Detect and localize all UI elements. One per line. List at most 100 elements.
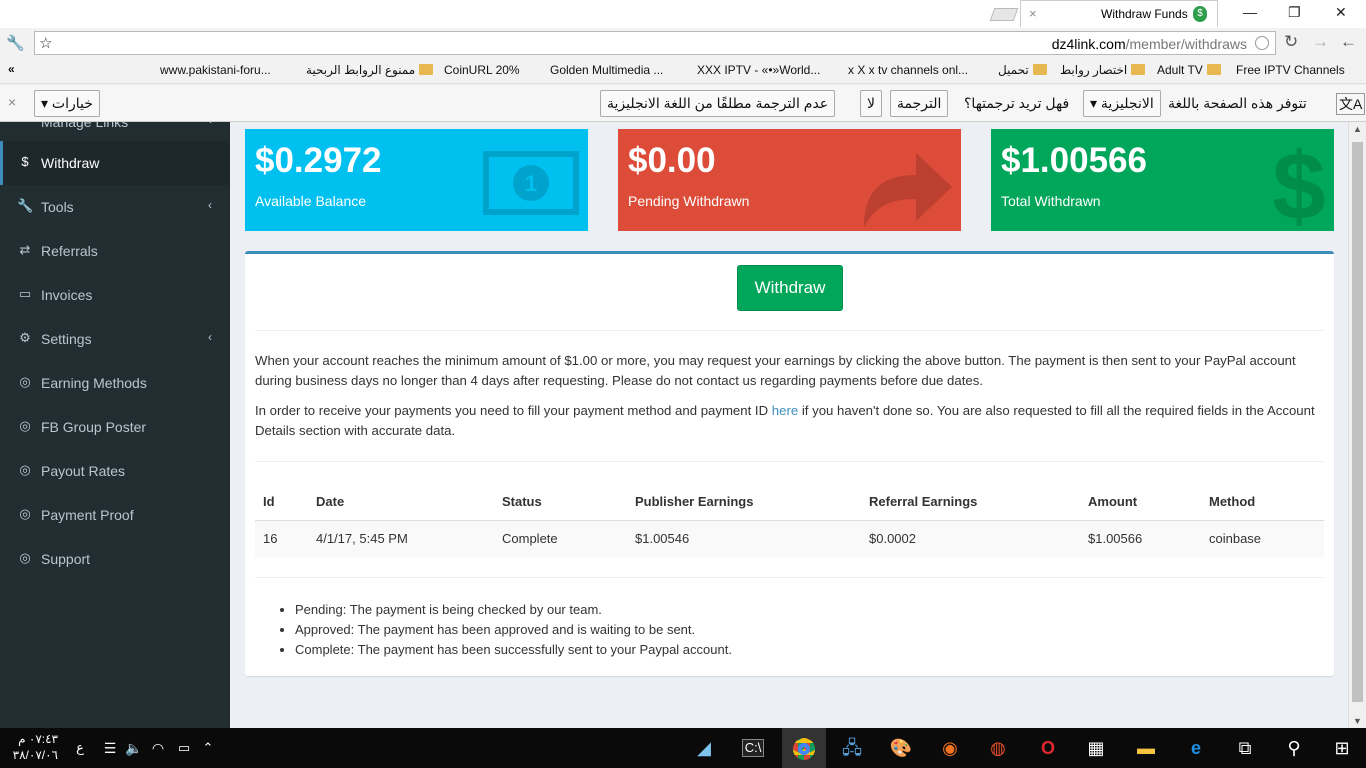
no-translate-button[interactable]: لا xyxy=(860,90,882,117)
wrench-icon: 🔧 xyxy=(17,198,34,213)
bookmark-item[interactable]: Free IPTV Channels xyxy=(1236,63,1345,77)
sidebar-item-referrals[interactable]: ⇄ Referrals xyxy=(0,229,230,273)
never-translate-button[interactable]: عدم الترجمة مطلقًا من اللغة الانجليزية xyxy=(600,90,836,117)
cell-amount: $1.00566 xyxy=(1080,519,1201,557)
payment-method-link[interactable]: here xyxy=(772,403,798,418)
legend-item-complete: Complete: The payment has been successfu… xyxy=(295,640,732,660)
translate-close-icon[interactable]: × xyxy=(8,94,16,110)
network-app-icon[interactable]: 🖧 xyxy=(840,736,864,760)
language-select[interactable]: الانجليزية ▾ xyxy=(1083,90,1161,117)
action-center-icon[interactable]: ☰ xyxy=(98,736,122,760)
minimize-icon[interactable]: — xyxy=(1243,4,1257,20)
lifebuoy-icon: ◎ xyxy=(19,374,31,389)
bookmark-item[interactable]: اختصار روابط xyxy=(1060,63,1146,77)
show-hidden-icons-chevron[interactable]: ⌃ xyxy=(196,736,220,760)
sidebar-item-label: Tools xyxy=(41,199,74,215)
cell-date: 4/1/17, 5:45 PM xyxy=(308,519,494,557)
search-icon[interactable]: ⚲ xyxy=(1282,736,1306,760)
bookmark-item[interactable]: ممنوع الروابط الربحية xyxy=(306,63,434,77)
scroll-up-icon[interactable]: ▲ xyxy=(1353,124,1362,134)
start-windows-icon[interactable]: ⊞ xyxy=(1330,736,1354,760)
wifi-icon[interactable]: ◠ xyxy=(146,736,170,760)
paint-icon[interactable]: 🎨 xyxy=(889,736,913,760)
sidebar-item-invoices[interactable]: ▭ Invoices xyxy=(0,273,230,317)
sidebar-item-withdraw[interactable]: $ Withdraw xyxy=(0,141,230,185)
sidebar-item-tools[interactable]: 🔧 Tools ‹ xyxy=(0,185,230,229)
lifebuoy-icon: ◎ xyxy=(19,462,31,477)
stat-caption: Available Balance xyxy=(255,193,367,209)
bookmark-item[interactable]: CoinURL 20% xyxy=(444,63,520,77)
store-icon[interactable]: ▦ xyxy=(1084,736,1108,760)
folder-icon xyxy=(419,64,434,75)
reload-icon[interactable]: ↻ xyxy=(1284,32,1298,52)
lifebuoy-icon: ◎ xyxy=(19,418,31,433)
svg-text:1: 1 xyxy=(525,171,537,196)
windows-taskbar: ٠٧:٤٣ م ٣٨/٠٧/٠٦ ع ☰ 🔈 ◠ ▭ ⌃ ◢ C:\ 🖧 🎨 ◉… xyxy=(0,728,1366,768)
app-notepad-icon[interactable]: ◢ xyxy=(692,736,716,760)
page-info-icon[interactable] xyxy=(1255,36,1269,50)
tab-title: Withdraw Funds xyxy=(1101,7,1188,21)
browser-titlebar: × Withdraw Funds $ — ❐ ✕ xyxy=(0,0,1366,28)
column-header-amount: Amount xyxy=(1088,493,1138,509)
bookmark-item[interactable]: Adult TV xyxy=(1157,63,1221,77)
bookmark-item[interactable]: x X x tv channels onl... xyxy=(848,63,968,77)
input-language-indicator[interactable]: ع xyxy=(68,736,92,760)
back-icon[interactable]: ← xyxy=(1340,32,1357,52)
bookmarks-overflow-button[interactable]: « xyxy=(8,62,15,76)
cogs-icon: ⚙ xyxy=(19,330,31,345)
new-tab-button[interactable] xyxy=(989,8,1019,21)
wrench-icon[interactable]: 🔧 xyxy=(6,34,25,52)
firefox-icon[interactable]: ◉ xyxy=(938,736,962,760)
address-bar-row: 🔧 ☆ dz4link.com/member/withdraws xyxy=(0,28,1366,58)
chrome-icon[interactable] xyxy=(782,728,826,768)
bookmark-item[interactable]: تحميل xyxy=(998,63,1047,77)
translate-options-button[interactable]: خيارات ▾ xyxy=(34,90,100,117)
taskbar-clock[interactable]: ٠٧:٤٣ م ٣٨/٠٧/٠٦ xyxy=(10,731,58,763)
lifebuoy-icon: ◎ xyxy=(19,550,31,565)
volume-mute-icon[interactable]: 🔈 xyxy=(122,736,146,760)
sidebar-item-label: Support xyxy=(41,551,91,567)
bookmark-item[interactable]: XXX IPTV - «•»World... xyxy=(697,63,820,77)
cell-publisher-earnings: $1.00546 xyxy=(627,519,861,557)
page-scrollbar[interactable]: ▲ ▼ xyxy=(1348,122,1366,728)
bookmark-item[interactable]: www.pakistani-foru... xyxy=(160,63,271,77)
window-close-icon[interactable]: ✕ xyxy=(1335,4,1347,21)
sidebar-item-label: FB Group Poster xyxy=(41,419,147,435)
restore-icon[interactable]: ❐ xyxy=(1288,4,1301,21)
tab-close-icon[interactable]: × xyxy=(1029,6,1037,21)
withdraw-info-text: When your account reaches the minimum am… xyxy=(255,353,1296,388)
cell-status: Complete xyxy=(494,519,627,557)
sidebar-item-payment-proof[interactable]: ◎ Payment Proof xyxy=(0,493,230,537)
media-app-icon[interactable]: ◍ xyxy=(986,736,1010,760)
chevron-left-icon: ‹ xyxy=(208,198,212,212)
withdraw-button[interactable]: Withdraw xyxy=(737,265,843,311)
sidebar-item-label: Settings xyxy=(41,331,92,347)
bookmark-item[interactable]: Golden Multimedia ... xyxy=(550,63,663,77)
omnibox[interactable]: ☆ dz4link.com/member/withdraws xyxy=(34,31,1276,55)
column-header-referral-earnings: Referral Earnings xyxy=(869,493,978,509)
bookmark-star-icon[interactable]: ☆ xyxy=(39,34,52,52)
file-explorer-icon[interactable]: ▬ xyxy=(1134,736,1158,760)
divider xyxy=(255,461,1324,462)
divider xyxy=(255,330,1324,331)
translate-button[interactable]: الترجمة xyxy=(890,90,949,117)
sidebar-item-label: Payment Proof xyxy=(41,507,134,523)
sidebar-item-support[interactable]: ◎ Support xyxy=(0,537,230,581)
sidebar-item-fb-group-poster[interactable]: ◎ FB Group Poster xyxy=(0,405,230,449)
scroll-down-icon[interactable]: ▼ xyxy=(1353,716,1362,726)
task-view-icon[interactable]: ⧉ xyxy=(1233,736,1257,760)
money-bill-icon: 1 xyxy=(483,151,579,215)
forward-icon[interactable]: → xyxy=(1312,32,1329,52)
browser-tab[interactable]: × Withdraw Funds $ xyxy=(1020,0,1218,27)
favicon-icon: $ xyxy=(1193,6,1207,22)
battery-icon[interactable]: ▭ xyxy=(172,736,196,760)
dollar-icon: $ xyxy=(21,154,29,169)
sidebar-item-payout-rates[interactable]: ◎ Payout Rates xyxy=(0,449,230,493)
cmd-icon[interactable]: C:\ xyxy=(742,739,764,757)
opera-icon[interactable]: O xyxy=(1036,736,1060,760)
scrollbar-thumb[interactable] xyxy=(1352,142,1363,702)
edge-icon[interactable]: e xyxy=(1184,736,1208,760)
url-text[interactable]: dz4link.com/member/withdraws xyxy=(1052,36,1247,52)
sidebar-item-settings[interactable]: ⚙ Settings ‹ xyxy=(0,317,230,361)
sidebar-item-earning-methods[interactable]: ◎ Earning Methods xyxy=(0,361,230,405)
